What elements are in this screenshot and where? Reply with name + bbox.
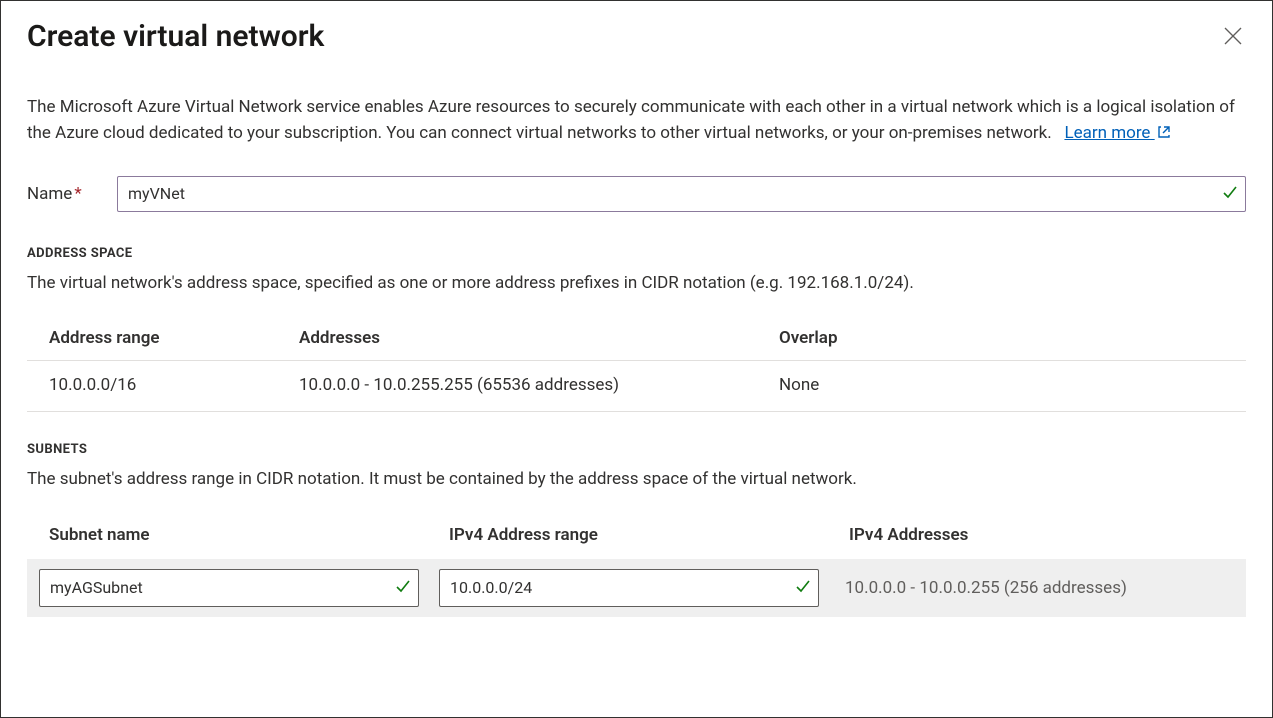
close-icon: [1224, 27, 1242, 45]
addresses-header: Addresses: [277, 318, 757, 361]
close-button[interactable]: [1220, 23, 1246, 49]
subnet-name-input-wrap: [39, 569, 419, 607]
subnet-row: 10.0.0.0 - 10.0.0.255 (256 addresses): [27, 559, 1246, 617]
panel-header: Create virtual network: [27, 19, 1246, 94]
subnets-table: Subnet name IPv4 Address range IPv4 Addr…: [27, 515, 1246, 617]
subnet-addresses-header: IPv4 Addresses: [827, 515, 1246, 559]
overlap-cell: None: [757, 361, 1246, 412]
external-link-icon: [1157, 121, 1171, 147]
address-space-row: 10.0.0.0/16 10.0.0.0 - 10.0.255.255 (655…: [27, 361, 1246, 412]
subnet-range-input-wrap: [439, 569, 819, 607]
required-asterisk: *: [74, 184, 81, 204]
address-range-cell: 10.0.0.0/16: [27, 361, 277, 412]
address-space-description: The virtual network's address space, spe…: [27, 271, 1246, 297]
subnet-range-header: IPv4 Address range: [427, 515, 827, 559]
address-range-header: Address range: [27, 318, 277, 361]
create-vnet-panel: Create virtual network The Microsoft Azu…: [0, 0, 1273, 718]
address-space-table: Address range Addresses Overlap 10.0.0.0…: [27, 318, 1246, 412]
learn-more-label: Learn more: [1064, 123, 1150, 143]
subnets-heading: SUBNETS: [27, 442, 1246, 457]
subnets-description: The subnet's address range in CIDR notat…: [27, 467, 1246, 493]
name-input[interactable]: [117, 176, 1246, 212]
addresses-cell: 10.0.0.0 - 10.0.255.255 (65536 addresses…: [277, 361, 757, 412]
learn-more-link[interactable]: Learn more: [1064, 123, 1170, 143]
overlap-header: Overlap: [757, 318, 1246, 361]
subnet-addresses-cell: 10.0.0.0 - 10.0.0.255 (256 addresses): [839, 578, 1127, 598]
name-field-row: Name*: [27, 176, 1246, 212]
address-space-heading: ADDRESS SPACE: [27, 246, 1246, 261]
subnet-name-input[interactable]: [39, 569, 419, 607]
intro-text: The Microsoft Azure Virtual Network serv…: [27, 97, 1235, 143]
name-input-wrap: [117, 176, 1246, 212]
subnet-range-input[interactable]: [439, 569, 819, 607]
name-field-label: Name*: [27, 184, 117, 204]
intro-paragraph: The Microsoft Azure Virtual Network serv…: [27, 94, 1237, 148]
subnet-name-header: Subnet name: [27, 515, 427, 559]
page-title: Create virtual network: [27, 19, 324, 54]
